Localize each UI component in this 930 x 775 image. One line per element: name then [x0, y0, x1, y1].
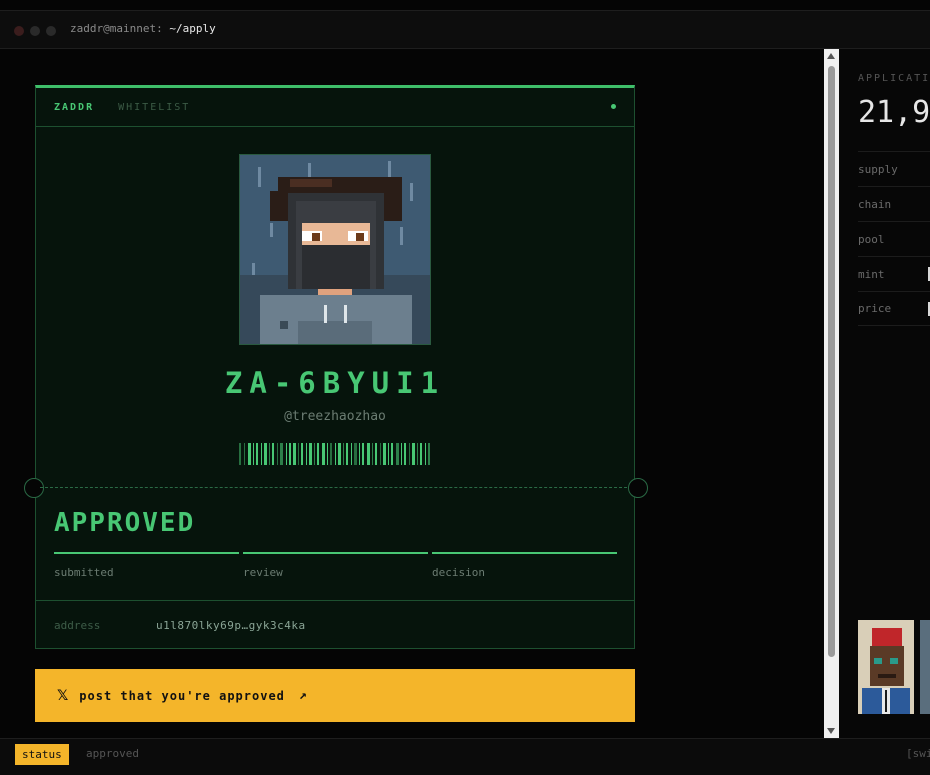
scrollbar-thumb[interactable]	[828, 66, 835, 657]
status-chip: status	[15, 744, 69, 765]
address-value[interactable]: u1l870lky69p…gyk3c4ka	[156, 619, 306, 632]
current-path: ~/apply	[169, 22, 216, 35]
step-bar	[432, 552, 617, 554]
whitelist-card: ZADDR WHITELIST ZA-6BYUI1 @treezhaozhao …	[24, 85, 648, 649]
applications-side-panel: APPLICATI 21,9 supply chain pool mint pr…	[839, 49, 930, 738]
user-handle: @treezhaozhao	[284, 409, 386, 424]
window-frame-top	[0, 0, 930, 10]
stat-label: pool	[858, 232, 885, 246]
stat-row-price: price	[858, 291, 930, 326]
stat-row-chain: chain	[858, 186, 930, 221]
step-label: submitted	[54, 566, 114, 579]
vertical-scrollbar[interactable]	[824, 49, 839, 738]
step-label: review	[243, 566, 283, 579]
stat-row-mint: mint	[858, 256, 930, 291]
step-decision: decision	[432, 552, 617, 579]
stat-label: chain	[858, 197, 892, 211]
status-hint: [swi	[906, 747, 930, 760]
minimize-window-icon[interactable]	[30, 26, 40, 36]
status-bar: status approved [swi	[0, 738, 930, 775]
stat-label: price	[858, 302, 892, 315]
address-label: address	[54, 618, 101, 632]
stats-list: supply chain pool mint price	[858, 151, 930, 326]
window-title: zaddr@mainnet: ~/apply	[70, 22, 216, 35]
section-label: WHITELIST	[118, 101, 191, 113]
share-approval-button[interactable]: 𝕏 post that you're approved ↗	[35, 669, 635, 722]
x-logo-icon: 𝕏	[57, 687, 70, 704]
card-header: ZADDR WHITELIST	[36, 88, 634, 127]
brand-label: ZADDR	[54, 101, 95, 113]
step-label: decision	[432, 566, 485, 579]
share-button-label: post that you're approved	[79, 688, 285, 703]
whitelist-id: ZA-6BYUI1	[224, 366, 446, 400]
title-bar: zaddr@mainnet: ~/apply	[0, 10, 930, 49]
stat-label: mint	[858, 267, 885, 281]
live-indicator-icon	[611, 104, 616, 109]
application-progress: submitted review decision	[54, 552, 617, 579]
close-window-icon[interactable]	[14, 26, 24, 36]
pixel-avatar-image	[239, 154, 431, 345]
status-value: approved	[86, 747, 139, 760]
barcode-graphic	[239, 443, 431, 465]
arrow-up-right-icon: ↗	[298, 688, 308, 703]
scroll-up-arrow-icon[interactable]	[827, 53, 835, 59]
avatar-thumbnail[interactable]	[858, 620, 914, 714]
side-panel-heading: APPLICATI	[858, 73, 930, 84]
stat-row-supply: supply	[858, 151, 930, 186]
address-row: address u1l870lky69p…gyk3c4ka	[36, 600, 634, 649]
step-bar	[54, 552, 239, 554]
step-submitted: submitted	[54, 552, 239, 579]
stat-row-pool: pool	[858, 221, 930, 256]
application-count: 21,9	[858, 95, 930, 130]
step-bar	[243, 552, 428, 554]
maximize-window-icon[interactable]	[46, 26, 56, 36]
approval-status: APPROVED	[54, 508, 196, 538]
perforation-notch-left	[24, 478, 44, 498]
main-panel: ZADDR WHITELIST ZA-6BYUI1 @treezhaozhao …	[0, 49, 824, 738]
ticket-perforation	[24, 478, 648, 498]
scroll-down-arrow-icon[interactable]	[827, 728, 835, 734]
step-review: review	[243, 552, 428, 579]
perforation-notch-right	[628, 478, 648, 498]
avatar-thumbnail[interactable]	[920, 620, 930, 714]
user-host: zaddr@mainnet:	[70, 22, 163, 35]
perforation-line	[40, 487, 632, 488]
stat-label: supply	[858, 162, 898, 176]
